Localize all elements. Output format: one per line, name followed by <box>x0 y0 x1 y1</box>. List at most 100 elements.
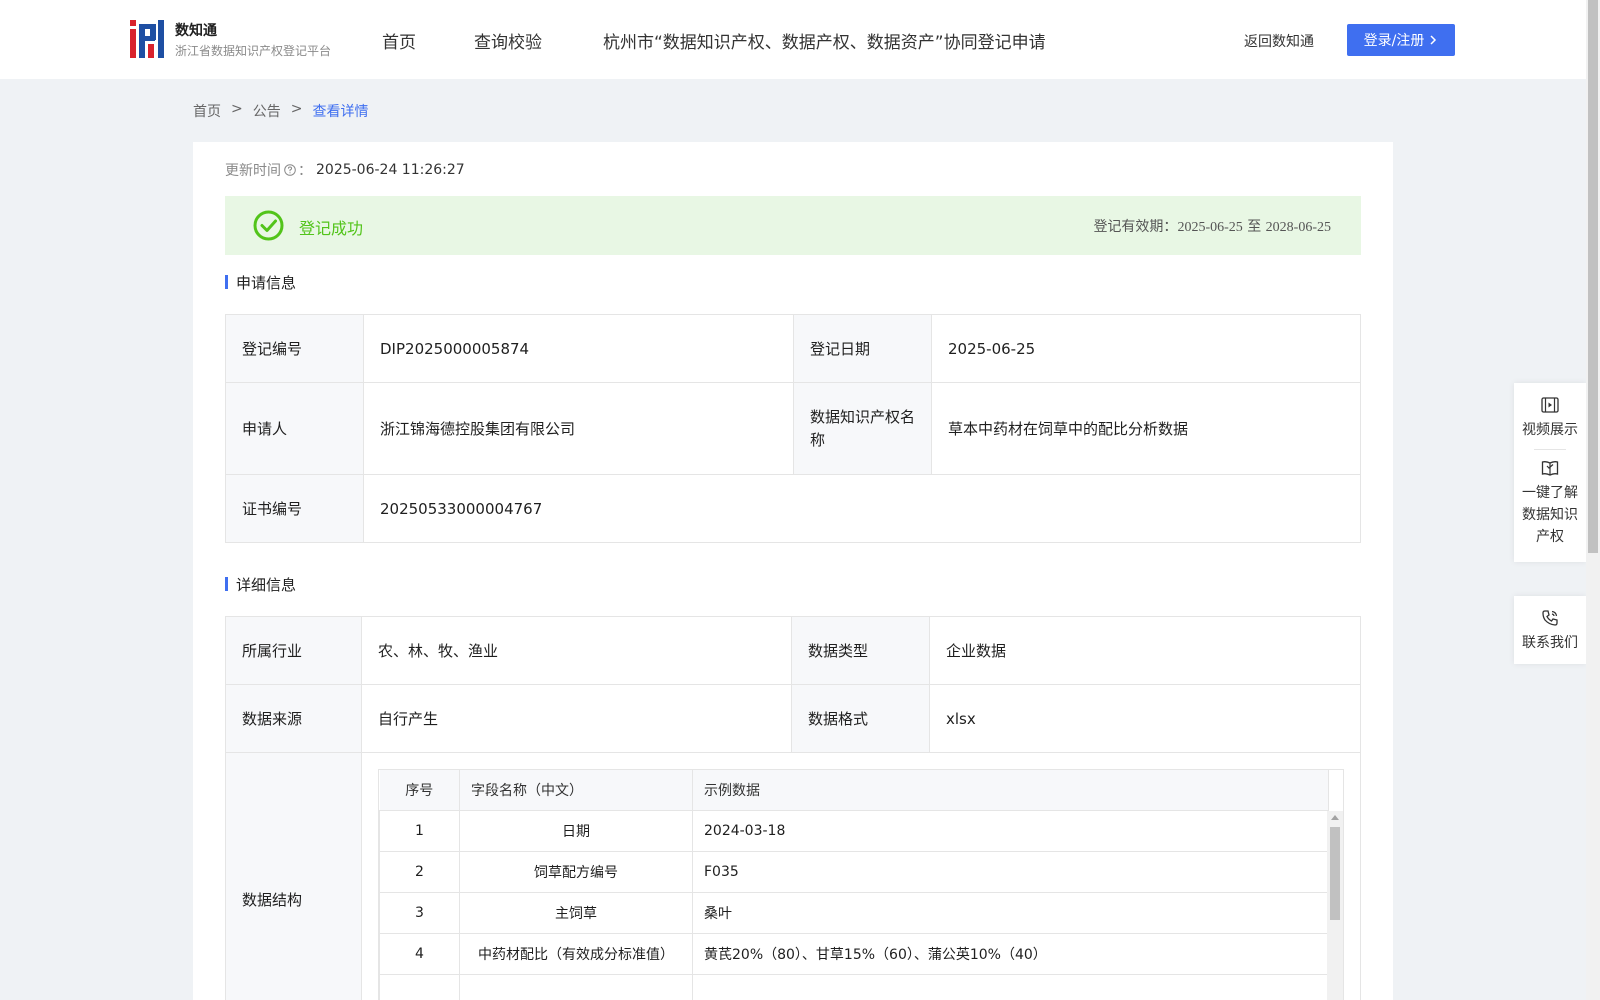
industry-value: 农、林、牧、渔业 <box>361 616 792 685</box>
field-name: 饲草配方编号 <box>459 850 693 893</box>
breadcrumb-notice[interactable]: 公告 <box>253 101 281 121</box>
fields-table: 序号 字段名称（中文） 示例数据 1 日期 2024-03-18 2 饲草配方编… <box>379 770 1329 1000</box>
field-name: 日期 <box>459 809 693 852</box>
detail-card: 更新时间 ： 2025-06-24 11:26:27 登记成功 登记有效期：20… <box>193 142 1393 1000</box>
table-row: 数据结构 序号 字段名称（中文） 示例数据 1 日期 2024-03-18 2 … <box>225 752 1361 1000</box>
field-no: 3 <box>379 891 460 934</box>
field-sample: F035 <box>692 850 1329 893</box>
validity-to-word: 至 <box>1247 219 1262 235</box>
page-scrollbar-thumb[interactable] <box>1588 0 1598 553</box>
table-row: 申请人 浙江锦海德控股集团有限公司 数据知识产权名称 草本中药材在饲草中的配比分… <box>225 382 1361 475</box>
status-banner: 登记成功 登记有效期：2025-06-25 至 2028-06-25 <box>225 196 1361 255</box>
top-header: 数知通 浙江省数据知识产权登记平台 首页 查询校验 杭州市“数据知识产权、数据产… <box>0 0 1586 79</box>
table-row: 证书编号 20250533000004767 <box>225 474 1361 543</box>
login-register-button[interactable]: 登录/注册 <box>1347 24 1455 56</box>
check-circle-icon <box>253 210 284 241</box>
field-name: 中药材配比（有效成分标准值） <box>459 932 693 975</box>
page-scrollbar[interactable] <box>1586 0 1600 1000</box>
field-name-empty <box>459 973 693 1000</box>
table-row: 所属行业 农、林、牧、渔业 数据类型 企业数据 <box>225 616 1361 685</box>
contact-us-button[interactable]: 联系我们 <box>1522 608 1578 654</box>
learn-ip-label: 一键了解数据知识产权 <box>1522 485 1578 545</box>
update-time-colon: ： <box>298 163 312 179</box>
video-icon <box>1541 397 1559 413</box>
table-row <box>379 973 1329 1000</box>
field-no: 2 <box>379 850 460 893</box>
data-type-value: 企业数据 <box>929 616 1361 685</box>
structure-label: 数据结构 <box>225 752 362 1000</box>
breadcrumb-separator: > <box>231 101 243 117</box>
field-no-empty <box>379 973 460 1000</box>
breadcrumb-separator: > <box>290 101 303 117</box>
field-sample: 2024-03-18 <box>692 809 1329 852</box>
back-to-shuzhitong-link[interactable]: 返回数知通 <box>1244 31 1314 51</box>
col-header-no: 序号 <box>379 770 460 811</box>
book-icon <box>1541 461 1559 476</box>
login-register-label: 登录/注册 <box>1363 33 1425 49</box>
data-type-label: 数据类型 <box>791 616 930 685</box>
update-time-label: 更新时间 <box>225 163 281 179</box>
update-time-value: 2025-06-24 11:26:27 <box>316 162 465 178</box>
fields-header-row: 序号 字段名称（中文） 示例数据 <box>379 770 1329 811</box>
learn-ip-button[interactable]: 一键了解数据知识产权 <box>1520 458 1580 548</box>
source-label: 数据来源 <box>225 684 362 753</box>
reg-no-label: 登记编号 <box>225 314 364 383</box>
field-no: 4 <box>379 932 460 975</box>
scroll-up-icon[interactable] <box>1331 815 1339 820</box>
table-row: 3 主饲草 桑叶 <box>379 891 1329 934</box>
field-sample: 黄芪20%（80）、甘草15%（60）、蒲公英10%（40） <box>692 932 1329 975</box>
fields-scrollbar[interactable] <box>1327 811 1343 1000</box>
table-row: 2 饲草配方编号 F035 <box>379 850 1329 893</box>
col-header-field-name: 字段名称（中文） <box>459 770 693 811</box>
validity-period: 登记有效期：2025-06-25 至 2028-06-25 <box>1093 216 1331 236</box>
structure-cell: 序号 字段名称（中文） 示例数据 1 日期 2024-03-18 2 饲草配方编… <box>361 752 1361 1000</box>
validity-label: 登记有效期： <box>1093 219 1178 235</box>
applicant-value: 浙江锦海德控股集团有限公司 <box>363 382 794 475</box>
table-row: 1 日期 2024-03-18 <box>379 809 1329 852</box>
reg-date-label: 登记日期 <box>793 314 932 383</box>
nav-hangzhou-registration[interactable]: 杭州市“数据知识产权、数据产权、数据资产”协同登记申请 <box>603 28 1046 53</box>
float-panel-bottom: 联系我们 <box>1514 596 1586 664</box>
field-sample-empty <box>692 973 1329 1000</box>
fields-table-container[interactable]: 序号 字段名称（中文） 示例数据 1 日期 2024-03-18 2 饲草配方编… <box>378 769 1344 1000</box>
field-sample: 桑叶 <box>692 891 1329 934</box>
ip-name-label: 数据知识产权名称 <box>793 382 932 475</box>
table-row: 登记编号 DIP2025000005874 登记日期 2025-06-25 <box>225 314 1361 383</box>
chevron-right-icon <box>1430 35 1437 45</box>
question-circle-icon[interactable] <box>284 164 296 176</box>
contact-us-label: 联系我们 <box>1522 635 1578 651</box>
table-row: 数据来源 自行产生 数据格式 xlsx <box>225 684 1361 753</box>
format-value: xlsx <box>929 684 1361 753</box>
format-label: 数据格式 <box>791 684 930 753</box>
breadcrumb-home[interactable]: 首页 <box>193 101 221 121</box>
float-panel-top: 视频展示 一键了解数据知识产权 <box>1514 383 1586 562</box>
breadcrumb: 首页 > 公告 > 查看详情 <box>193 101 368 121</box>
applicant-label: 申请人 <box>225 382 364 475</box>
apply-info-table: 登记编号 DIP2025000005874 登记日期 2025-06-25 申请… <box>225 314 1361 543</box>
phone-icon <box>1542 610 1558 626</box>
col-header-sample: 示例数据 <box>692 770 1329 811</box>
update-time-row: 更新时间 ： 2025-06-24 11:26:27 <box>225 160 465 180</box>
industry-label: 所属行业 <box>225 616 362 685</box>
ip-name-value: 草本中药材在饲草中的配比分析数据 <box>931 382 1361 475</box>
scrollbar-thumb[interactable] <box>1330 827 1340 920</box>
nav-home[interactable]: 首页 <box>382 28 416 53</box>
field-no: 1 <box>379 809 460 852</box>
nav-query-verify[interactable]: 查询校验 <box>474 28 542 53</box>
cert-no-value: 20250533000004767 <box>363 474 1361 543</box>
field-name: 主饲草 <box>459 891 693 934</box>
breadcrumb-current: 查看详情 <box>312 104 369 120</box>
status-text: 登记成功 <box>299 219 364 238</box>
validity-to: 2028-06-25 <box>1265 220 1331 235</box>
cert-no-label: 证书编号 <box>225 474 364 543</box>
detail-info-table: 所属行业 农、林、牧、渔业 数据类型 企业数据 数据来源 自行产生 数据格式 x… <box>225 616 1361 1000</box>
divider <box>1534 449 1566 450</box>
brand-name: 数知通 <box>175 23 217 39</box>
platform-logo[interactable] <box>130 20 166 58</box>
video-showcase-label: 视频展示 <box>1522 422 1578 438</box>
brand-subtitle: 浙江省数据知识产权登记平台 <box>175 44 332 58</box>
reg-no-value: DIP2025000005874 <box>363 314 794 383</box>
table-row: 4 中药材配比（有效成分标准值） 黄芪20%（80）、甘草15%（60）、蒲公英… <box>379 932 1329 975</box>
video-showcase-button[interactable]: 视频展示 <box>1522 395 1578 441</box>
section-title-apply: 申请信息 <box>225 272 296 293</box>
